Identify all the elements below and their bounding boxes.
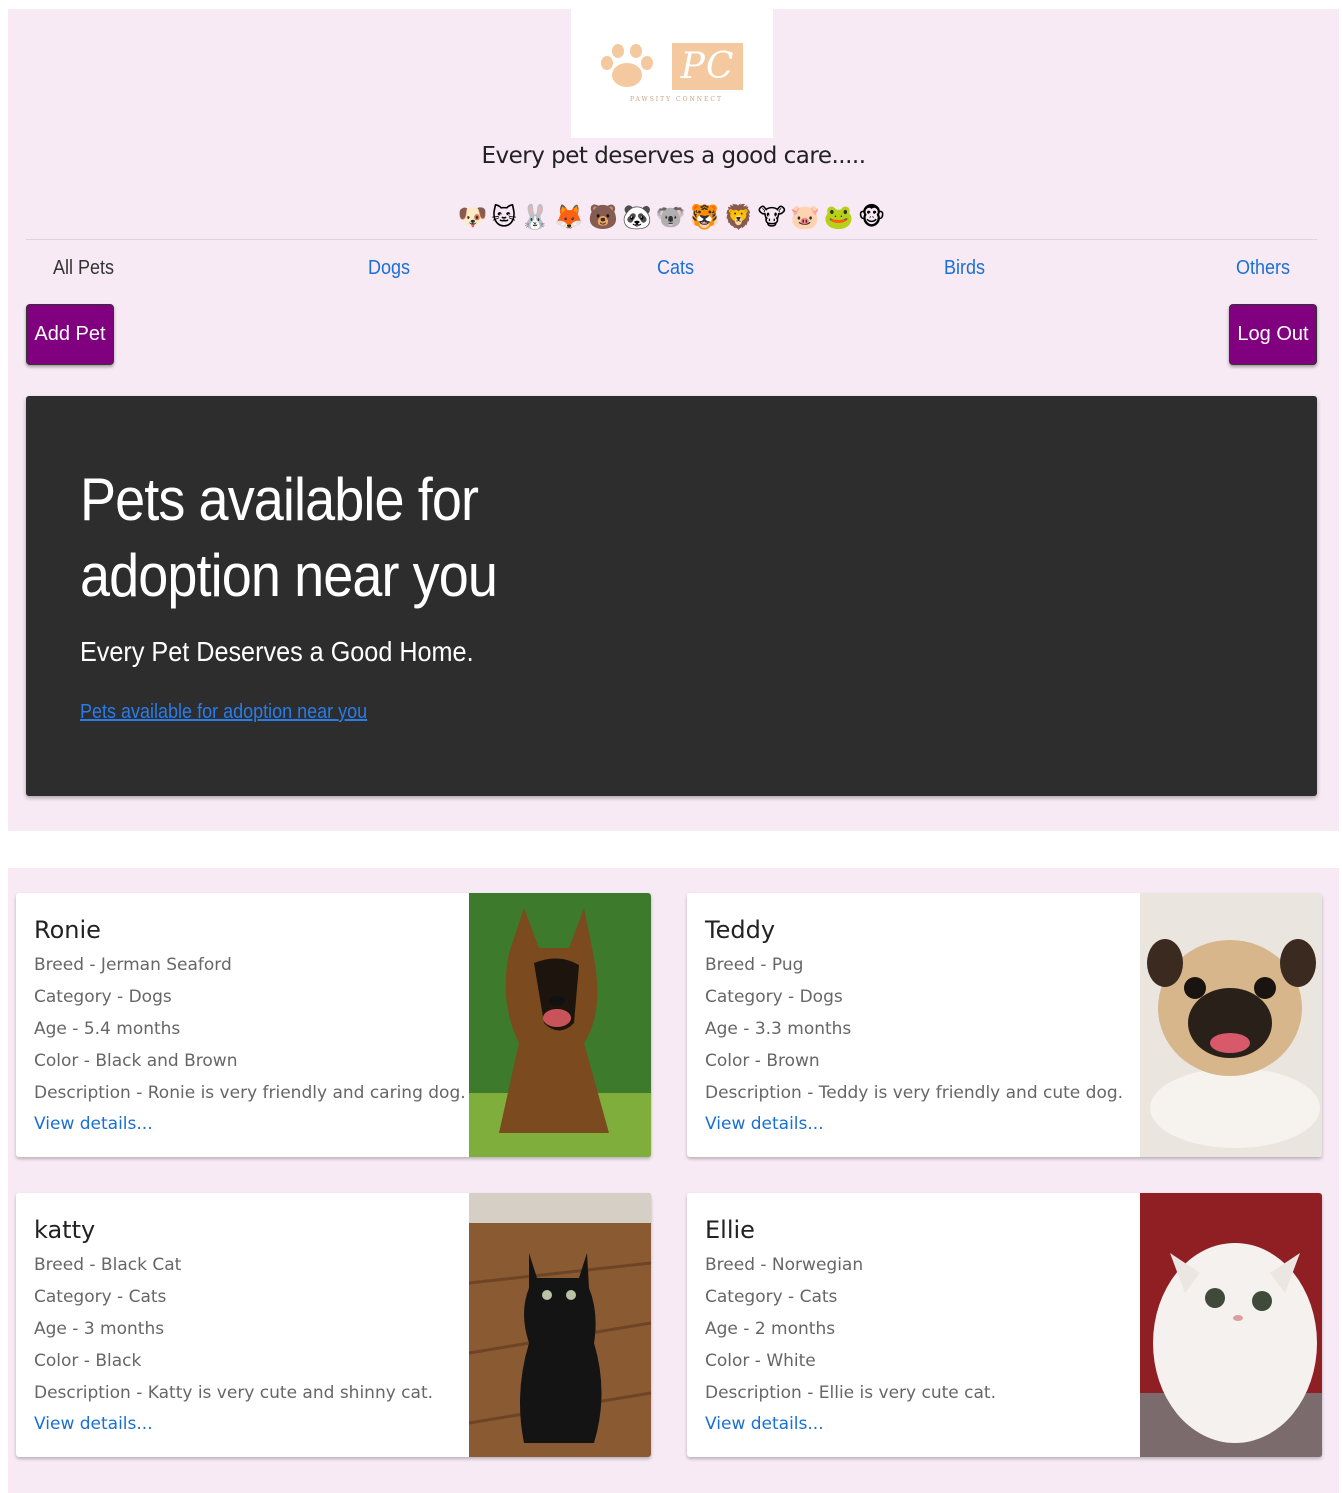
pet-description: Description - Teddy is very friendly and… (705, 1083, 1124, 1103)
pet-age: Age - 5.4 months (34, 1019, 181, 1039)
pet-breed: Breed - Jerman Seaford (34, 955, 232, 975)
dog-photo[interactable] (469, 893, 651, 1157)
pet-name: katty (34, 1216, 96, 1244)
pet-description: Description - Ellie is very cute cat. (705, 1383, 996, 1403)
divider (26, 239, 1317, 240)
add-pet-button[interactable]: Add Pet (26, 304, 114, 365)
view-details-link[interactable]: View details... (34, 1114, 153, 1134)
pet-card: katty Breed - Black Cat Category - Cats … (16, 1193, 651, 1457)
log-out-button[interactable]: Log Out (1229, 304, 1317, 365)
pet-color: Color - Black and Brown (34, 1051, 238, 1071)
pet-name: Ronie (34, 916, 101, 944)
pet-category: Category - Dogs (34, 987, 172, 1007)
pet-color: Color - Brown (705, 1051, 820, 1071)
pet-name: Ellie (705, 1216, 755, 1244)
header-section: PC PAWSITY CONNECT Every pet deserves a … (8, 9, 1339, 831)
hero-subtitle: Every Pet Deserves a Good Home. (80, 636, 474, 667)
paw-icon (601, 44, 653, 87)
pet-category: Category - Dogs (705, 987, 843, 1007)
nav-others[interactable]: Others (1236, 257, 1290, 280)
nav-cats[interactable]: Cats (657, 257, 694, 280)
pet-cards-section: Ronie Breed - Jerman Seaford Category - … (8, 868, 1339, 1493)
tagline: Every pet deserves a good care..... (481, 143, 866, 169)
pet-breed: Breed - Black Cat (34, 1255, 182, 1275)
pet-color: Color - Black (34, 1351, 142, 1371)
pet-age: Age - 3 months (34, 1319, 165, 1339)
logo-subtext: PAWSITY CONNECT (629, 96, 724, 103)
pet-category: Category - Cats (34, 1287, 167, 1307)
view-details-link[interactable]: View details... (34, 1414, 153, 1434)
white-cat-photo[interactable] (1140, 1193, 1322, 1457)
pet-description: Description - Ronie is very friendly and… (34, 1083, 466, 1103)
pet-description: Description - Katty is very cute and shi… (34, 1383, 434, 1403)
view-details-link[interactable]: View details... (705, 1114, 824, 1134)
black-cat-photo[interactable] (469, 1193, 651, 1457)
pet-card: Teddy Breed - Pug Category - Dogs Age - … (687, 893, 1322, 1157)
view-details-link[interactable]: View details... (705, 1414, 824, 1434)
animal-emoji-row: 🐶🐱🐰🦊🐻🐼🐨🐯🦁🐮🐷🐸🐵 (457, 203, 890, 231)
pet-breed: Breed - Pug (705, 955, 804, 975)
pet-breed: Breed - Norwegian (705, 1255, 864, 1275)
pet-card: Ellie Breed - Norwegian Category - Cats … (687, 1193, 1322, 1457)
hero-link[interactable]: Pets available for adoption near you (80, 701, 367, 724)
pet-age: Age - 2 months (705, 1319, 836, 1339)
pug-photo[interactable] (1140, 893, 1322, 1157)
pet-color: Color - White (705, 1351, 816, 1371)
pet-card: Ronie Breed - Jerman Seaford Category - … (16, 893, 651, 1157)
nav-birds[interactable]: Birds (944, 257, 985, 280)
nav-all-pets[interactable]: All Pets (53, 257, 114, 280)
nav-dogs[interactable]: Dogs (368, 257, 410, 280)
logo[interactable]: PC PAWSITY CONNECT (571, 9, 773, 138)
hero-title: Pets available for adoption near you (80, 466, 498, 609)
pet-name: Teddy (705, 916, 776, 944)
pet-age: Age - 3.3 months (705, 1019, 852, 1039)
pet-category: Category - Cats (705, 1287, 838, 1307)
logo-text: PC (672, 43, 743, 90)
hero-banner: Pets available for adoption near you Eve… (26, 396, 1317, 796)
